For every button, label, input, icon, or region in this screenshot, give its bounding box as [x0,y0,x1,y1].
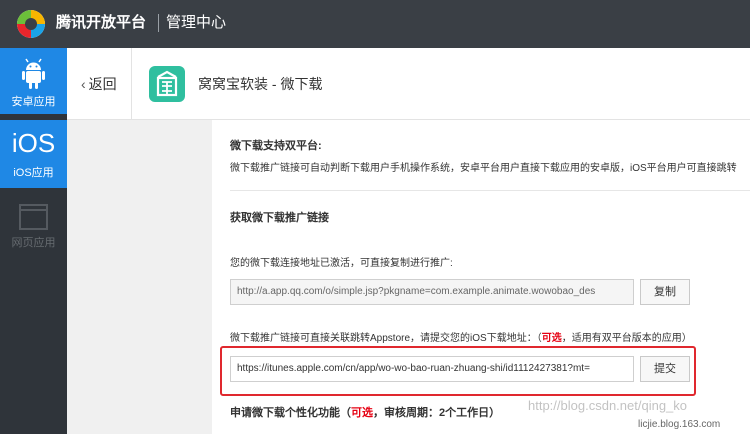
dual-platform-title: 微下载支持双平台: [230,140,322,152]
footer-watermark: licjie.blog.163.com [638,419,721,430]
sidebar-item-web-apps[interactable]: 网页应用 [0,196,67,262]
subheader-divider [131,48,132,120]
activated-text: 您的微下载连接地址已激活，可直接复制进行推广: [230,258,453,269]
watermark: http://blog.csdn.net/qing_ko [528,398,688,413]
optional-tag: 可选 [351,407,373,419]
appstore-suffix: ，适用有双平台版本的应用） [561,333,692,344]
back-label: 返回 [88,76,117,92]
copy-button[interactable]: 复制 [640,279,690,305]
get-link-title: 获取微下载推广链接 [230,212,329,224]
customization-title: 申请微下载个性化功能（可选，审核周期：2个工作日） [230,406,500,420]
appstore-instruction: 微下载推广链接可直接关联跳转Appstore，请提交您的iOS下载地址：（可选，… [230,332,692,346]
top-bar: 腾讯开放平台 管理中心 [0,0,750,48]
highlight-frame [220,346,696,396]
android-icon [22,58,45,89]
section-divider [230,190,750,191]
dual-platform-description: 微下载推广链接可自动判断下载用户手机操作系统，安卓平台用户直接下载应用的安卓版，… [230,163,737,174]
ios-icon: iOS [11,128,56,158]
appstore-prefix: 微下载推广链接可直接关联跳转Appstore，请提交您的iOS下载地址：（ [230,333,542,344]
content-left-gutter [67,120,212,434]
sidebar-item-label: iOS应用 [13,167,54,179]
customization-suffix: ，审核周期：2个工作日） [373,407,501,419]
customization-prefix: 申请微下载个性化功能（ [230,407,351,419]
sidebar-item-android-apps[interactable]: 安卓应用 [0,48,67,114]
brand-name[interactable]: 腾讯开放平台 [56,13,146,33]
sidebar-item-label: 安卓应用 [11,96,56,108]
header-divider [158,14,159,32]
optional-tag: 可选 [541,333,562,344]
chevron-left-icon: ‹ [81,76,86,92]
back-button[interactable]: ‹ 返回 [81,75,117,93]
promo-link-field[interactable]: http://a.app.qq.com/o/simple.jsp?pkgname… [230,279,634,305]
tencent-open-platform-logo[interactable] [16,9,46,39]
browser-window-icon [19,204,48,230]
app-logo-glyph-icon [156,70,178,97]
management-center-link[interactable]: 管理中心 [166,13,226,33]
app-title: 窝窝宝软装 - 微下载 [198,76,323,92]
app-icon [149,66,185,102]
left-sidebar: 安卓应用 iOS iOS应用 网页应用 [0,48,67,434]
app-subheader: ‹ 返回 窝窝宝软装 - 微下载 [67,48,750,120]
sidebar-item-label: 网页应用 [11,237,56,249]
sidebar-item-ios-apps[interactable]: iOS iOS应用 [0,120,67,188]
